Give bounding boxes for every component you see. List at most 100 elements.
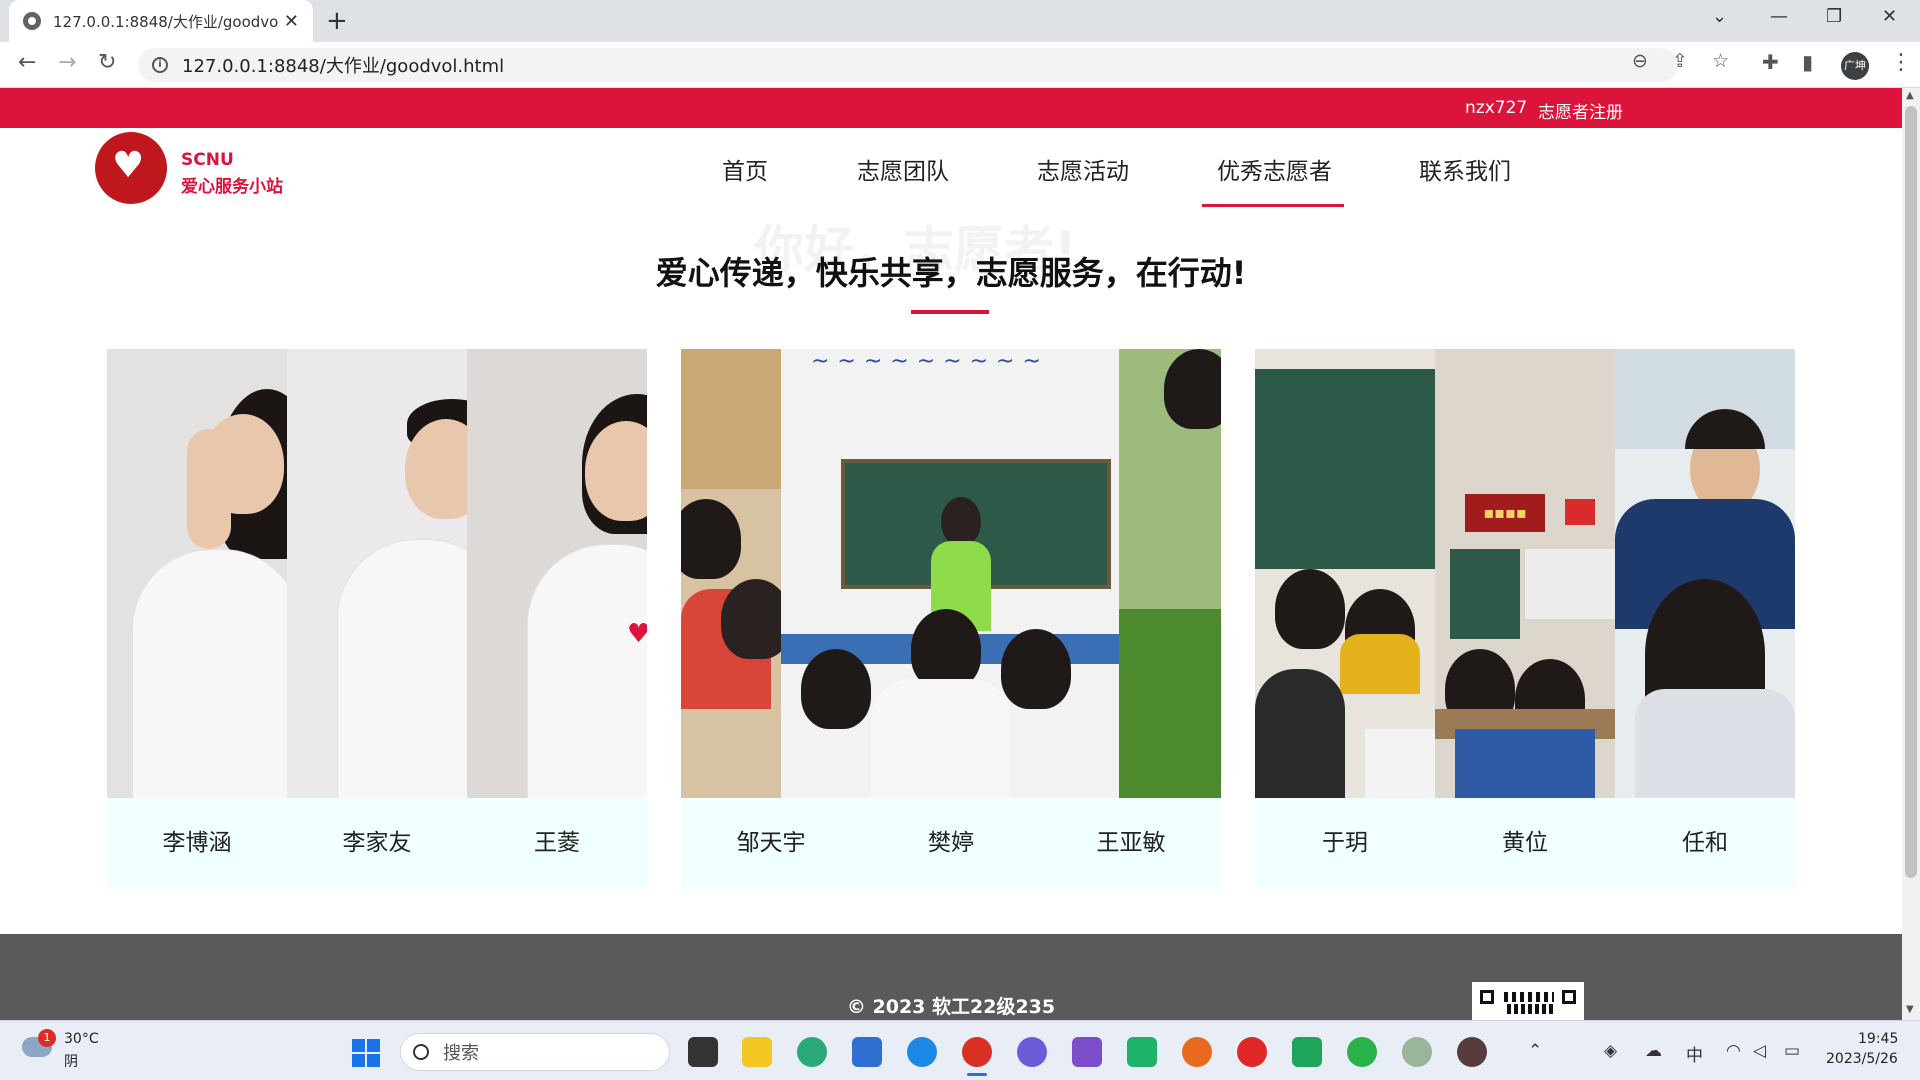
close-tab-icon[interactable]: ✕: [284, 11, 299, 32]
battery-icon[interactable]: ▭: [1784, 1041, 1800, 1061]
start-button[interactable]: [352, 1039, 380, 1067]
volunteer-photo[interactable]: [107, 349, 287, 798]
volunteer-name: 樊婷: [928, 830, 974, 856]
nav-item-teams[interactable]: 志愿团队: [857, 152, 949, 186]
forward-arrow-icon[interactable]: →: [58, 50, 76, 75]
volunteer-name: 王亚敏: [1096, 830, 1166, 856]
volunteer-name: 黄位: [1502, 830, 1548, 856]
heart-icon: ♥: [627, 619, 647, 649]
file-explorer-icon[interactable]: [742, 1037, 772, 1067]
heart-icon: ♥: [112, 145, 145, 186]
active-app-indicator: [967, 1073, 987, 1076]
search-icon: [413, 1044, 429, 1060]
extensions-icon[interactable]: ✚: [1762, 50, 1779, 74]
page-slogan: 爱心传递，快乐共享，志愿服务，在行动!: [655, 254, 1247, 292]
volunteer-card-2: ~~~~~~~~~ 邹天宇 樊婷 王亚敏: [681, 349, 1221, 888]
active-nav-underline: [1202, 204, 1344, 207]
address-url[interactable]: 127.0.0.1:8848/大作业/goodvol.html: [182, 52, 504, 78]
back-arrow-icon[interactable]: ←: [18, 50, 36, 75]
volunteer-card-1: ♥ 李博涵 李家友 王菱: [107, 349, 647, 888]
volunteer-photo[interactable]: [1255, 349, 1435, 798]
ime-indicator[interactable]: 中: [1686, 1041, 1703, 1066]
wechat-icon[interactable]: [1347, 1037, 1377, 1067]
clock-date[interactable]: 2023/5/26: [1826, 1051, 1898, 1067]
site-logo[interactable]: ♥: [95, 132, 167, 204]
new-tab-button[interactable]: +: [326, 6, 348, 36]
scrollbar-thumb[interactable]: [1905, 106, 1917, 878]
volume-icon[interactable]: ◁: [1753, 1041, 1766, 1061]
restore-button[interactable]: ❐: [1826, 6, 1842, 27]
clock-time[interactable]: 19:45: [1858, 1031, 1898, 1047]
footer-copyright: © 2023 软工22级235: [846, 996, 1056, 1018]
teams-icon[interactable]: [1127, 1037, 1157, 1067]
volunteer-photo[interactable]: ~~~~~~~~~: [781, 349, 1119, 798]
weather-temperature[interactable]: 30°C: [64, 1031, 99, 1047]
volunteer-photo[interactable]: [1119, 349, 1221, 798]
taskbar-search[interactable]: 搜索: [400, 1033, 670, 1071]
volunteer-name: 李家友: [342, 830, 412, 856]
weather-description[interactable]: 阴: [64, 1051, 78, 1071]
volunteer-card-3: ▪▪▪▪ 于玥 黄位 任和: [1255, 349, 1795, 888]
globe-icon: [23, 12, 41, 30]
tray-app-icon[interactable]: ◈: [1604, 1041, 1617, 1061]
zoom-icon[interactable]: ⊖: [1632, 50, 1648, 72]
hbuilder-icon[interactable]: [1292, 1037, 1322, 1067]
volunteer-name: 任和: [1682, 830, 1728, 856]
profile-avatar[interactable]: 广坤: [1841, 52, 1869, 80]
top-strip: nzx727 志愿者注册: [0, 88, 1902, 128]
volunteer-photo[interactable]: [1615, 349, 1795, 798]
wifi-icon[interactable]: ◠: [1726, 1041, 1741, 1061]
page-footer: © 2023 软工22级235: [0, 934, 1902, 1020]
firefox-icon[interactable]: [1182, 1037, 1212, 1067]
nav-item-contact[interactable]: 联系我们: [1419, 152, 1511, 186]
bookmark-star-icon[interactable]: ☆: [1712, 50, 1729, 72]
nav-item-excellent-volunteers[interactable]: 优秀志愿者: [1217, 152, 1332, 186]
volunteer-name: 于玥: [1322, 830, 1368, 856]
search-placeholder: 搜索: [443, 1043, 479, 1064]
side-panel-icon[interactable]: ▮: [1802, 50, 1813, 74]
task-view-icon[interactable]: [688, 1037, 718, 1067]
register-link[interactable]: 志愿者注册: [1538, 98, 1623, 123]
avatar-app-icon[interactable]: [1457, 1037, 1487, 1067]
close-window-button[interactable]: ✕: [1882, 6, 1897, 27]
site-info-icon[interactable]: i: [152, 57, 168, 73]
chrome-icon[interactable]: [962, 1037, 992, 1067]
nav-item-home[interactable]: 首页: [722, 152, 768, 186]
onedrive-icon[interactable]: ☁: [1645, 1041, 1662, 1061]
browser-toolbar: ← → ↻ i 127.0.0.1:8848/大作业/goodvol.html …: [0, 42, 1920, 88]
visual-studio-icon[interactable]: [1072, 1037, 1102, 1067]
volunteer-photo[interactable]: ▪▪▪▪: [1435, 349, 1615, 798]
tab-title: 127.0.0.1:8848/大作业/goodvol.html: [53, 12, 278, 31]
store-icon[interactable]: [852, 1037, 882, 1067]
copilot-icon[interactable]: [1017, 1037, 1047, 1067]
tray-overflow-icon[interactable]: ⌃: [1528, 1041, 1542, 1061]
reload-icon[interactable]: ↻: [98, 50, 116, 75]
brand-name-en: SCNU: [181, 150, 234, 170]
slogan-underline: [911, 310, 989, 314]
address-bar[interactable]: i 127.0.0.1:8848/大作业/goodvol.html: [138, 48, 1678, 82]
netease-music-icon[interactable]: [1237, 1037, 1267, 1067]
app-icon[interactable]: [1402, 1037, 1432, 1067]
page-scrollbar[interactable]: ▲ ▼: [1902, 88, 1920, 1020]
browser-menu-icon[interactable]: ⋮: [1890, 50, 1912, 75]
browser-tab[interactable]: 127.0.0.1:8848/大作业/goodvol.html ✕: [9, 0, 313, 42]
volunteer-name: 李博涵: [162, 830, 232, 856]
share-icon[interactable]: ⇪: [1672, 50, 1688, 72]
scroll-up-icon[interactable]: ▲: [1906, 90, 1914, 101]
username-link[interactable]: nzx727: [1465, 98, 1527, 118]
weather-badge: 1: [38, 1029, 56, 1047]
classroom-banner: ▪▪▪▪: [1465, 494, 1545, 532]
nav-item-activities[interactable]: 志愿活动: [1037, 152, 1129, 186]
qr-code: [1472, 982, 1584, 1020]
taskbar: 1 30°C 阴 搜索 ⌃ ◈ ☁ 中 ◠ ◁ ▭ 19:45 2023/5/2…: [0, 1020, 1920, 1080]
volunteer-photo[interactable]: [287, 349, 467, 798]
volunteer-photo[interactable]: [681, 349, 781, 798]
scroll-down-icon[interactable]: ▼: [1906, 1004, 1914, 1015]
edge-dev-icon[interactable]: [797, 1037, 827, 1067]
minimize-button[interactable]: —: [1770, 6, 1788, 27]
edge-icon[interactable]: [907, 1037, 937, 1067]
tab-search-icon[interactable]: ⌄: [1712, 6, 1727, 27]
volunteer-name: 邹天宇: [736, 830, 806, 856]
volunteer-photo[interactable]: ♥: [467, 349, 647, 798]
volunteer-name: 王菱: [534, 830, 580, 856]
